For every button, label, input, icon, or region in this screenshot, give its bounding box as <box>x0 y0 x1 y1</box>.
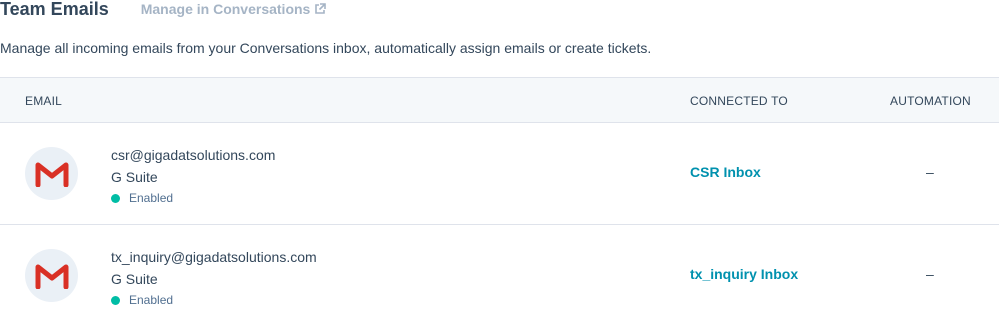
column-header-connected-to[interactable]: CONNECTED TO <box>690 94 788 108</box>
table-header: EMAIL CONNECTED TO AUTOMATION <box>0 77 999 123</box>
automation-value: – <box>926 164 934 180</box>
external-link-icon <box>314 3 327 15</box>
status-badge: Enabled <box>111 191 173 205</box>
section-description: Manage all incoming emails from your Con… <box>0 40 652 56</box>
email-provider: G Suite <box>111 271 158 287</box>
section-header: Team Emails Manage in Conversations <box>0 0 327 22</box>
team-emails-page: Team Emails Manage in Conversations Mana… <box>0 0 999 325</box>
email-address: csr@gigadatsolutions.com <box>111 147 276 163</box>
table-row: tx_inquiry@gigadatsolutions.com G Suite … <box>0 225 999 325</box>
automation-value: – <box>926 266 934 282</box>
table-row: csr@gigadatsolutions.com G Suite Enabled… <box>0 123 999 225</box>
column-header-automation[interactable]: AUTOMATION <box>890 94 971 108</box>
gmail-icon <box>25 147 78 200</box>
team-emails-table: EMAIL CONNECTED TO AUTOMATION csr@gigada… <box>0 77 999 325</box>
manage-in-conversations-link[interactable]: Manage in Conversations <box>141 1 327 17</box>
page-title: Team Emails <box>0 0 109 19</box>
status-badge: Enabled <box>111 293 173 307</box>
column-header-email[interactable]: EMAIL <box>25 94 62 108</box>
status-label: Enabled <box>129 191 174 205</box>
connected-inbox-link[interactable]: CSR Inbox <box>690 164 761 180</box>
status-label: Enabled <box>129 293 174 307</box>
manage-link-label: Manage in Conversations <box>140 1 311 17</box>
connected-inbox-link[interactable]: tx_inquiry Inbox <box>690 266 798 282</box>
email-provider: G Suite <box>111 169 158 185</box>
gmail-icon <box>25 249 78 302</box>
enabled-status-dot <box>111 193 120 203</box>
enabled-status-dot <box>111 295 120 305</box>
email-address: tx_inquiry@gigadatsolutions.com <box>111 249 317 265</box>
